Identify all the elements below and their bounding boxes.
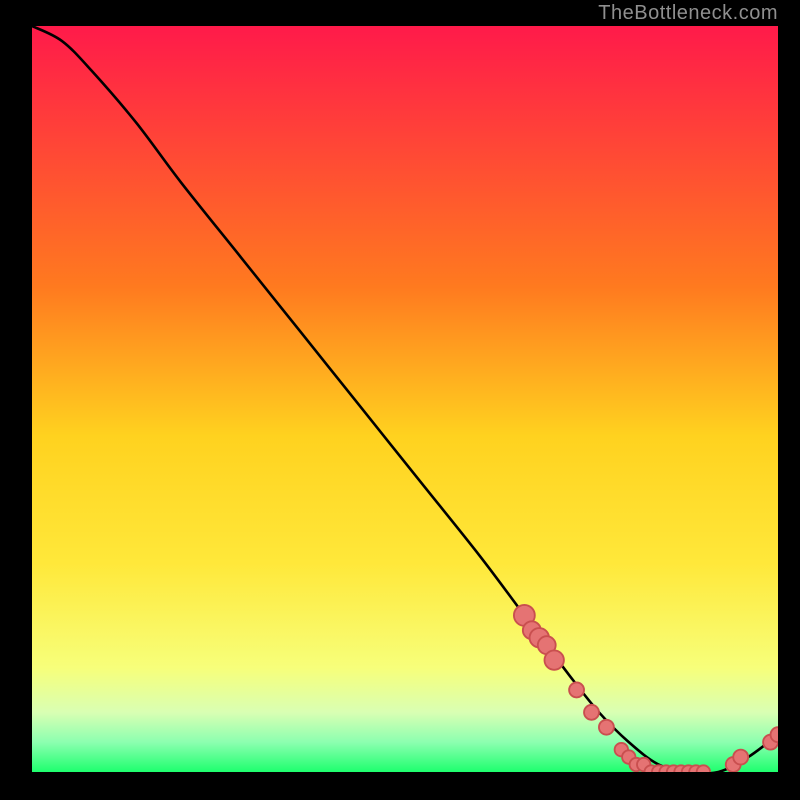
data-point [545,650,564,669]
data-point [733,750,748,765]
curve-layer [32,26,778,772]
bottleneck-curve [32,26,778,772]
data-point [771,727,778,742]
chart-stage: TheBottleneck.com [0,0,800,800]
watermark-text: TheBottleneck.com [598,2,778,25]
data-point [584,705,599,720]
plot-area [32,26,778,772]
data-point [697,765,710,772]
data-point [599,720,614,735]
data-point [569,682,584,697]
data-points [514,605,778,772]
